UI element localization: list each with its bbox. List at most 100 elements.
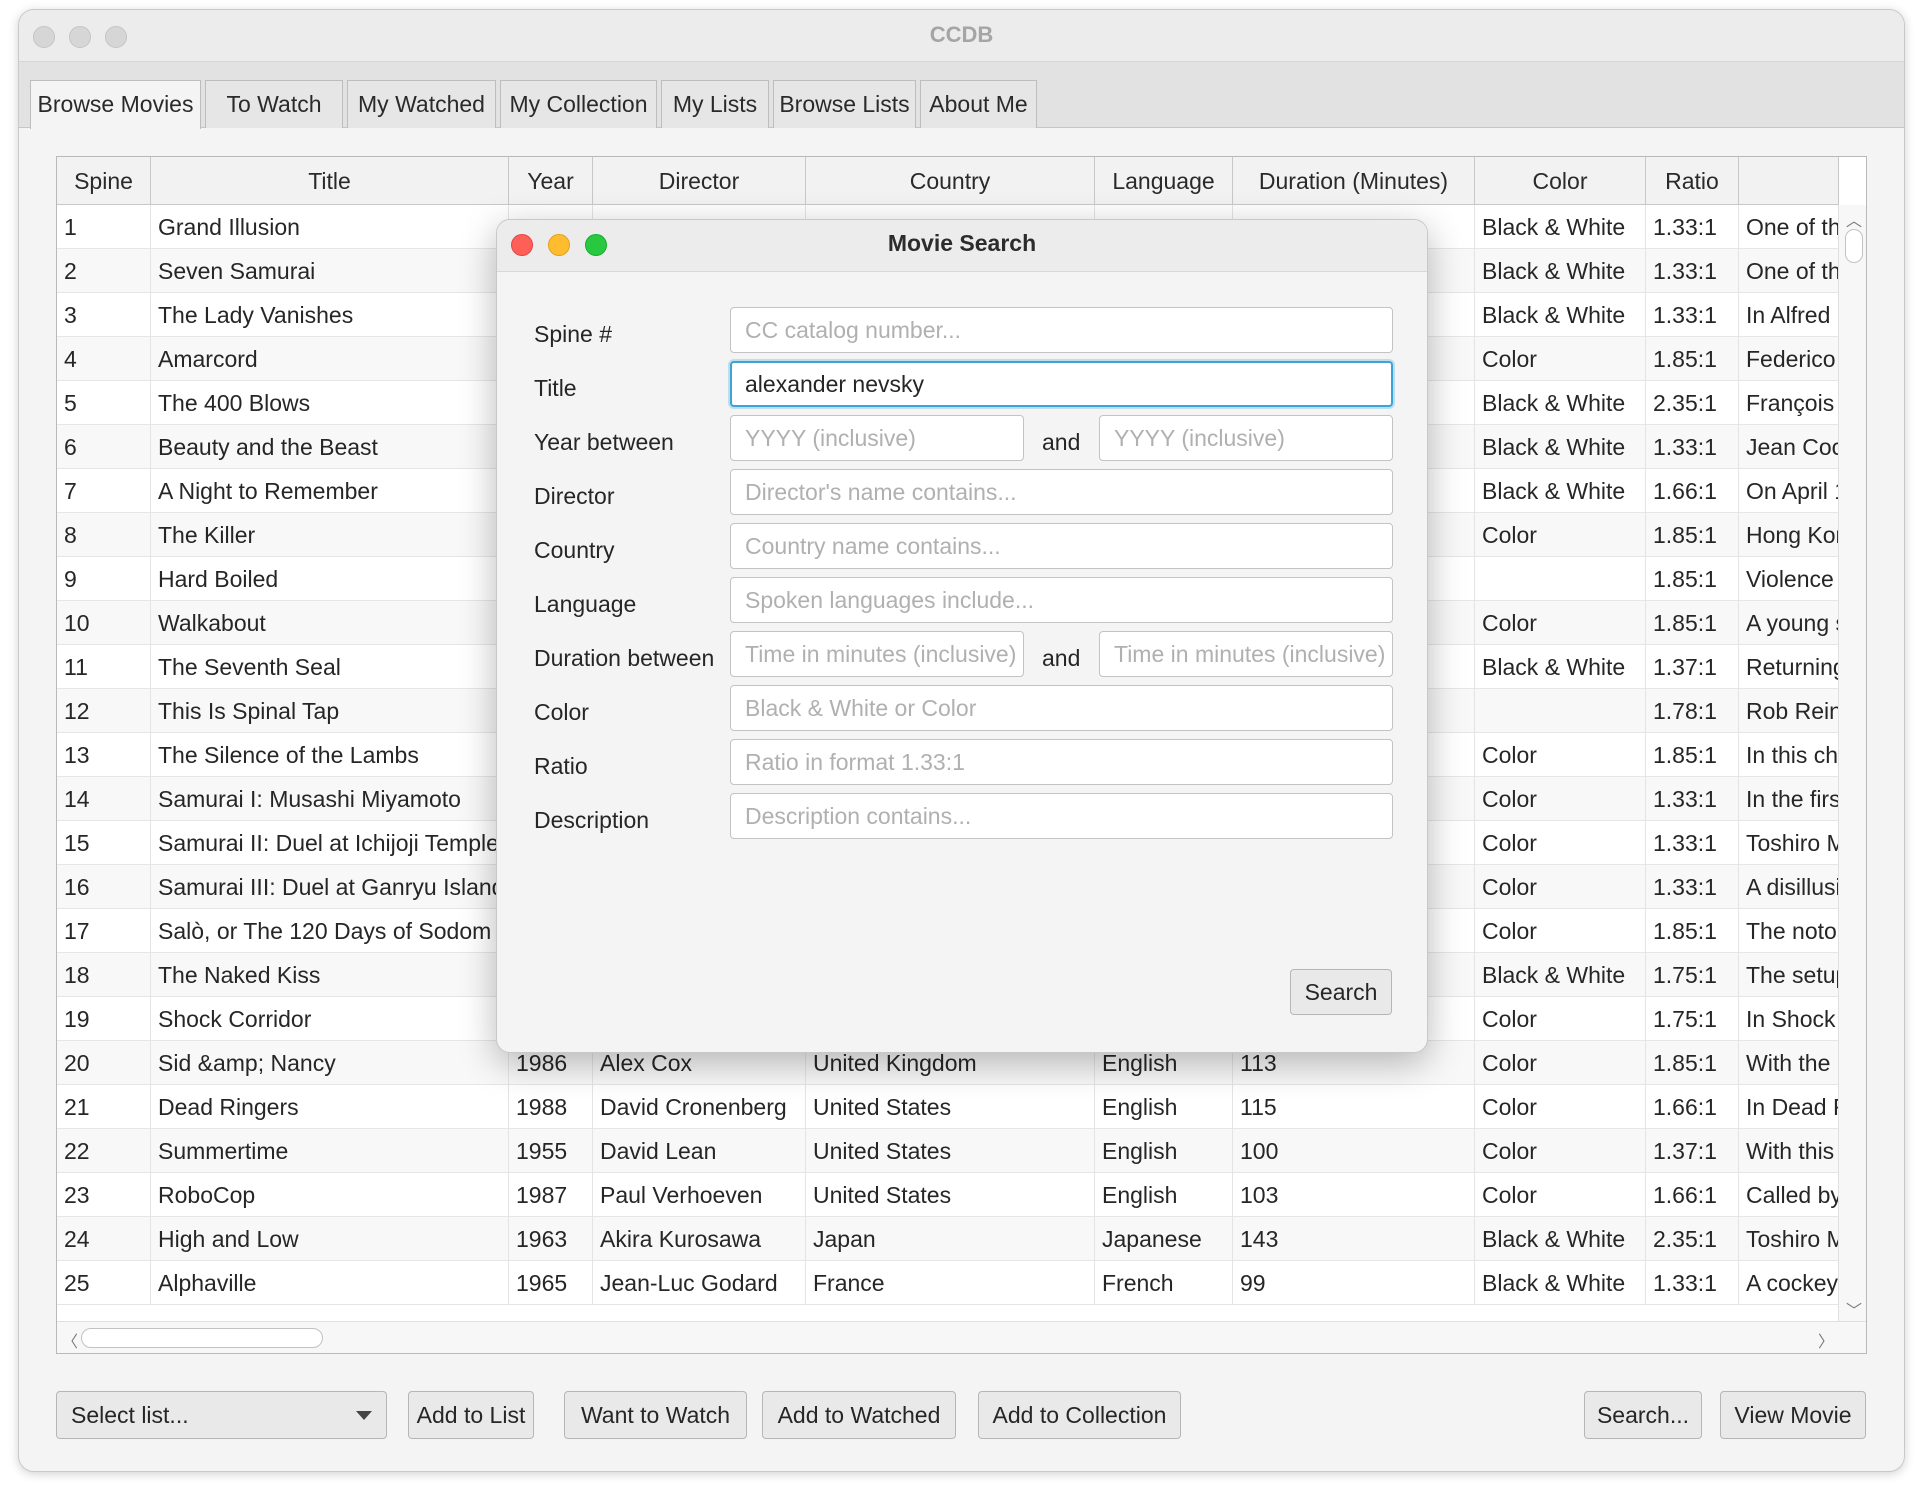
cell-description: François Tr bbox=[1739, 381, 1839, 425]
select-list-dropdown[interactable]: Select list... bbox=[56, 1391, 387, 1439]
language-label: Language bbox=[534, 591, 637, 617]
cell-spine: 6 bbox=[57, 425, 151, 469]
cell-title: Salò, or The 120 Days of Sodom bbox=[151, 909, 509, 953]
cell-description: Rob Reiner bbox=[1739, 689, 1839, 733]
tab-about-me[interactable]: About Me bbox=[920, 80, 1037, 128]
cell-ratio: 1.78:1 bbox=[1646, 689, 1739, 733]
table-row[interactable]: 23 RoboCop 1987 Paul Verhoeven United States… bbox=[57, 1173, 1839, 1217]
search-button[interactable]: Search... bbox=[1584, 1391, 1702, 1439]
cell-description: Returning e bbox=[1739, 645, 1839, 689]
year-from-input[interactable]: YYYY (inclusive) bbox=[730, 415, 1024, 461]
dialog-search-button[interactable]: Search bbox=[1290, 969, 1392, 1015]
column-header-director[interactable]: Director bbox=[593, 157, 806, 205]
scroll-left-icon[interactable]: 〈 bbox=[62, 1328, 78, 1352]
column-header-spine[interactable]: Spine bbox=[57, 157, 151, 205]
cell-ratio: 1.85:1 bbox=[1646, 513, 1739, 557]
cell-color: Black & White bbox=[1475, 425, 1646, 469]
tab-browse-lists[interactable]: Browse Lists bbox=[773, 80, 916, 128]
cell-spine: 2 bbox=[57, 249, 151, 293]
cell-description: A disillusion bbox=[1739, 865, 1839, 909]
color-input[interactable]: Black & White or Color bbox=[730, 685, 1393, 731]
duration-to-input[interactable]: Time in minutes (inclusive) bbox=[1099, 631, 1393, 677]
table-row[interactable]: 21 Dead Ringers 1988 David Cronenberg United… bbox=[57, 1085, 1839, 1129]
cell-title: Beauty and the Beast bbox=[151, 425, 509, 469]
cell-color bbox=[1475, 557, 1646, 601]
ratio-label: Ratio bbox=[534, 753, 588, 779]
column-header-title[interactable]: Title bbox=[151, 157, 509, 205]
cell-description: One of the bbox=[1739, 249, 1839, 293]
tab-my-lists[interactable]: My Lists bbox=[661, 80, 769, 128]
cell-year: 1987 bbox=[509, 1173, 593, 1217]
column-header-color[interactable]: Color bbox=[1475, 157, 1646, 205]
cell-spine: 10 bbox=[57, 601, 151, 645]
tab-browse-movies[interactable]: Browse Movies bbox=[30, 80, 201, 129]
cell-title: Sid &amp; Nancy bbox=[151, 1041, 509, 1085]
cell-color: Black & White bbox=[1475, 381, 1646, 425]
scroll-right-icon[interactable]: 〉 bbox=[1818, 1328, 1834, 1352]
horizontal-scrollbar[interactable]: 〈 〉 bbox=[57, 1321, 1866, 1353]
tab-my-watched[interactable]: My Watched bbox=[347, 80, 496, 128]
scroll-down-icon[interactable]: ﹀ bbox=[1846, 1297, 1862, 1321]
cell-description: On April 14 bbox=[1739, 469, 1839, 513]
cell-ratio: 1.85:1 bbox=[1646, 557, 1739, 601]
add-to-list-button[interactable]: Add to List bbox=[408, 1391, 534, 1439]
column-header-language[interactable]: Language bbox=[1095, 157, 1233, 205]
cell-description: In Dead Rin bbox=[1739, 1085, 1839, 1129]
column-header-ratio[interactable]: Ratio bbox=[1646, 157, 1739, 205]
cell-description: In this chilli bbox=[1739, 733, 1839, 777]
column-header-duration[interactable]: Duration (Minutes) bbox=[1233, 157, 1475, 205]
cell-title: The Naked Kiss bbox=[151, 953, 509, 997]
add-to-watched-button[interactable]: Add to Watched bbox=[762, 1391, 956, 1439]
language-input[interactable]: Spoken languages include... bbox=[730, 577, 1393, 623]
vertical-scrollbar[interactable]: ︿ ﹀ bbox=[1838, 205, 1866, 1323]
want-to-watch-button[interactable]: Want to Watch bbox=[564, 1391, 747, 1439]
ratio-input[interactable]: Ratio in format 1.33:1 bbox=[730, 739, 1393, 785]
column-header-country[interactable]: Country bbox=[806, 157, 1095, 205]
cell-title: The 400 Blows bbox=[151, 381, 509, 425]
cell-ratio: 1.85:1 bbox=[1646, 1041, 1739, 1085]
year-and-label: and bbox=[1042, 429, 1081, 455]
director-label: Director bbox=[534, 483, 615, 509]
tab-my-collection[interactable]: My Collection bbox=[500, 80, 657, 128]
description-input[interactable]: Description contains... bbox=[730, 793, 1393, 839]
cell-color: Color bbox=[1475, 777, 1646, 821]
table-row[interactable]: 22 Summertime 1955 David Lean United States E… bbox=[57, 1129, 1839, 1173]
view-movie-button[interactable]: View Movie bbox=[1720, 1391, 1866, 1439]
table-row[interactable]: 24 High and Low 1963 Akira Kurosawa Japan Jap… bbox=[57, 1217, 1839, 1261]
cell-description: Jean Cocte bbox=[1739, 425, 1839, 469]
year-to-input[interactable]: YYYY (inclusive) bbox=[1099, 415, 1393, 461]
add-to-collection-button[interactable]: Add to Collection bbox=[978, 1391, 1181, 1439]
scroll-up-icon[interactable]: ︿ bbox=[1846, 207, 1862, 231]
horizontal-scroll-thumb[interactable] bbox=[81, 1328, 323, 1348]
cell-ratio: 1.33:1 bbox=[1646, 777, 1739, 821]
cell-country: Japan bbox=[806, 1217, 1095, 1261]
director-input[interactable]: Director's name contains... bbox=[730, 469, 1393, 515]
cell-ratio: 2.35:1 bbox=[1646, 381, 1739, 425]
cell-ratio: 1.37:1 bbox=[1646, 645, 1739, 689]
cell-description: In the first p bbox=[1739, 777, 1839, 821]
cell-spine: 19 bbox=[57, 997, 151, 1041]
spine-input[interactable]: CC catalog number... bbox=[730, 307, 1393, 353]
table-row[interactable]: 25 Alphaville 1965 Jean-Luc Godard France Fre… bbox=[57, 1261, 1839, 1305]
window-titlebar: CCDB bbox=[19, 10, 1904, 62]
cell-title: This Is Spinal Tap bbox=[151, 689, 509, 733]
country-input[interactable]: Country name contains... bbox=[730, 523, 1393, 569]
duration-from-input[interactable]: Time in minutes (inclusive) bbox=[730, 631, 1024, 677]
title-input[interactable]: alexander nevsky bbox=[730, 361, 1393, 407]
cell-spine: 14 bbox=[57, 777, 151, 821]
cell-color: Color bbox=[1475, 1173, 1646, 1217]
cell-color: Color bbox=[1475, 865, 1646, 909]
cell-language: Japanese bbox=[1095, 1217, 1233, 1261]
column-header-description[interactable] bbox=[1739, 157, 1839, 205]
cell-ratio: 1.33:1 bbox=[1646, 821, 1739, 865]
cell-description: Hong Kong bbox=[1739, 513, 1839, 557]
vertical-scroll-thumb[interactable] bbox=[1845, 229, 1863, 263]
column-header-year[interactable]: Year bbox=[509, 157, 593, 205]
cell-spine: 22 bbox=[57, 1129, 151, 1173]
cell-description: Called by K bbox=[1739, 1173, 1839, 1217]
cell-description: Toshiro Mif bbox=[1739, 821, 1839, 865]
cell-ratio: 1.33:1 bbox=[1646, 293, 1739, 337]
cell-title: Dead Ringers bbox=[151, 1085, 509, 1129]
tab-to-watch[interactable]: To Watch bbox=[205, 80, 343, 128]
cell-spine: 20 bbox=[57, 1041, 151, 1085]
